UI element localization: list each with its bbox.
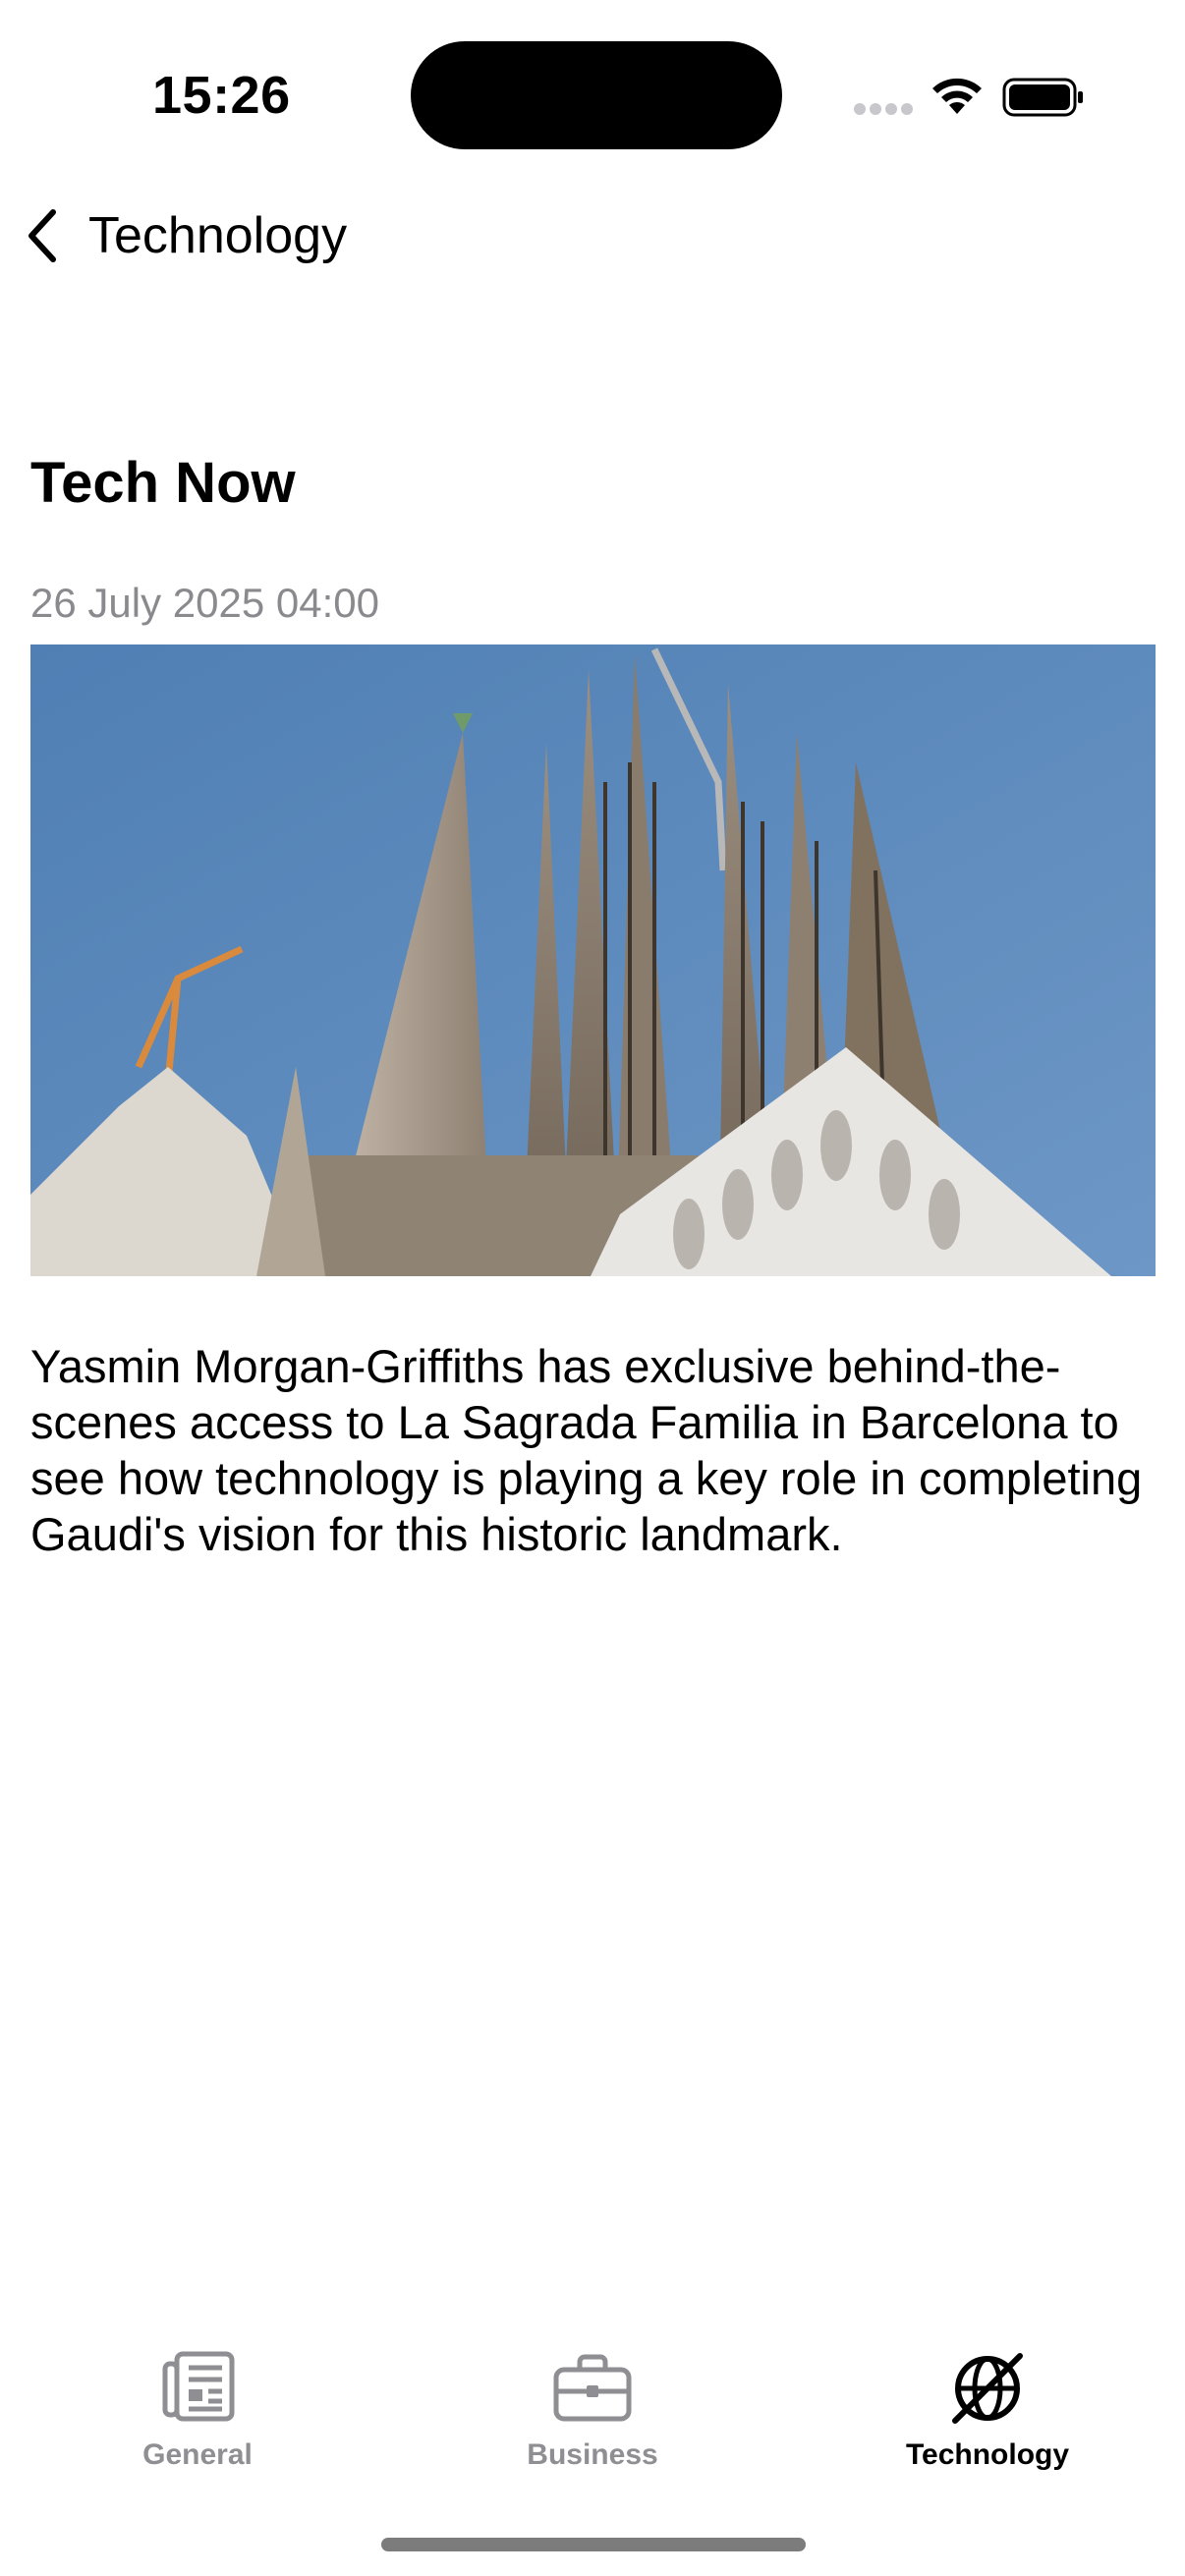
- article-date: 26 July 2025 04:00: [30, 580, 379, 626]
- newspaper-icon: [162, 2351, 235, 2422]
- status-bar: 15:26: [0, 0, 1185, 196]
- chevron-left-icon: [28, 209, 56, 262]
- sagrada-familia-photo: [30, 644, 1156, 1276]
- globe-crossed-icon: [952, 2353, 1023, 2424]
- cellular-signal-icon: [854, 103, 913, 115]
- tab-technology[interactable]: Technology: [790, 2328, 1185, 2486]
- navigation-bar: Technology: [0, 187, 1185, 285]
- tab-general-label: General: [142, 2438, 253, 2471]
- briefcase-icon: [553, 2354, 632, 2422]
- article-title: Tech Now: [30, 451, 296, 515]
- tab-general[interactable]: General: [0, 2328, 395, 2486]
- wifi-icon: [932, 78, 982, 114]
- article-image: [30, 644, 1156, 1276]
- tab-business[interactable]: Business: [395, 2328, 790, 2486]
- home-indicator[interactable]: [381, 2538, 806, 2551]
- status-time: 15:26: [152, 66, 291, 125]
- article-summary: Yasmin Morgan-Griffiths has exclusive be…: [30, 1340, 1143, 1560]
- battery-icon: [1002, 78, 1083, 117]
- dynamic-island: [411, 41, 782, 149]
- back-button[interactable]: Technology: [22, 200, 347, 271]
- tab-business-label: Business: [527, 2438, 658, 2471]
- tab-technology-label: Technology: [905, 2438, 1070, 2471]
- back-button-label: Technology: [88, 207, 348, 264]
- tab-bar: General Business Technology: [0, 2328, 1185, 2486]
